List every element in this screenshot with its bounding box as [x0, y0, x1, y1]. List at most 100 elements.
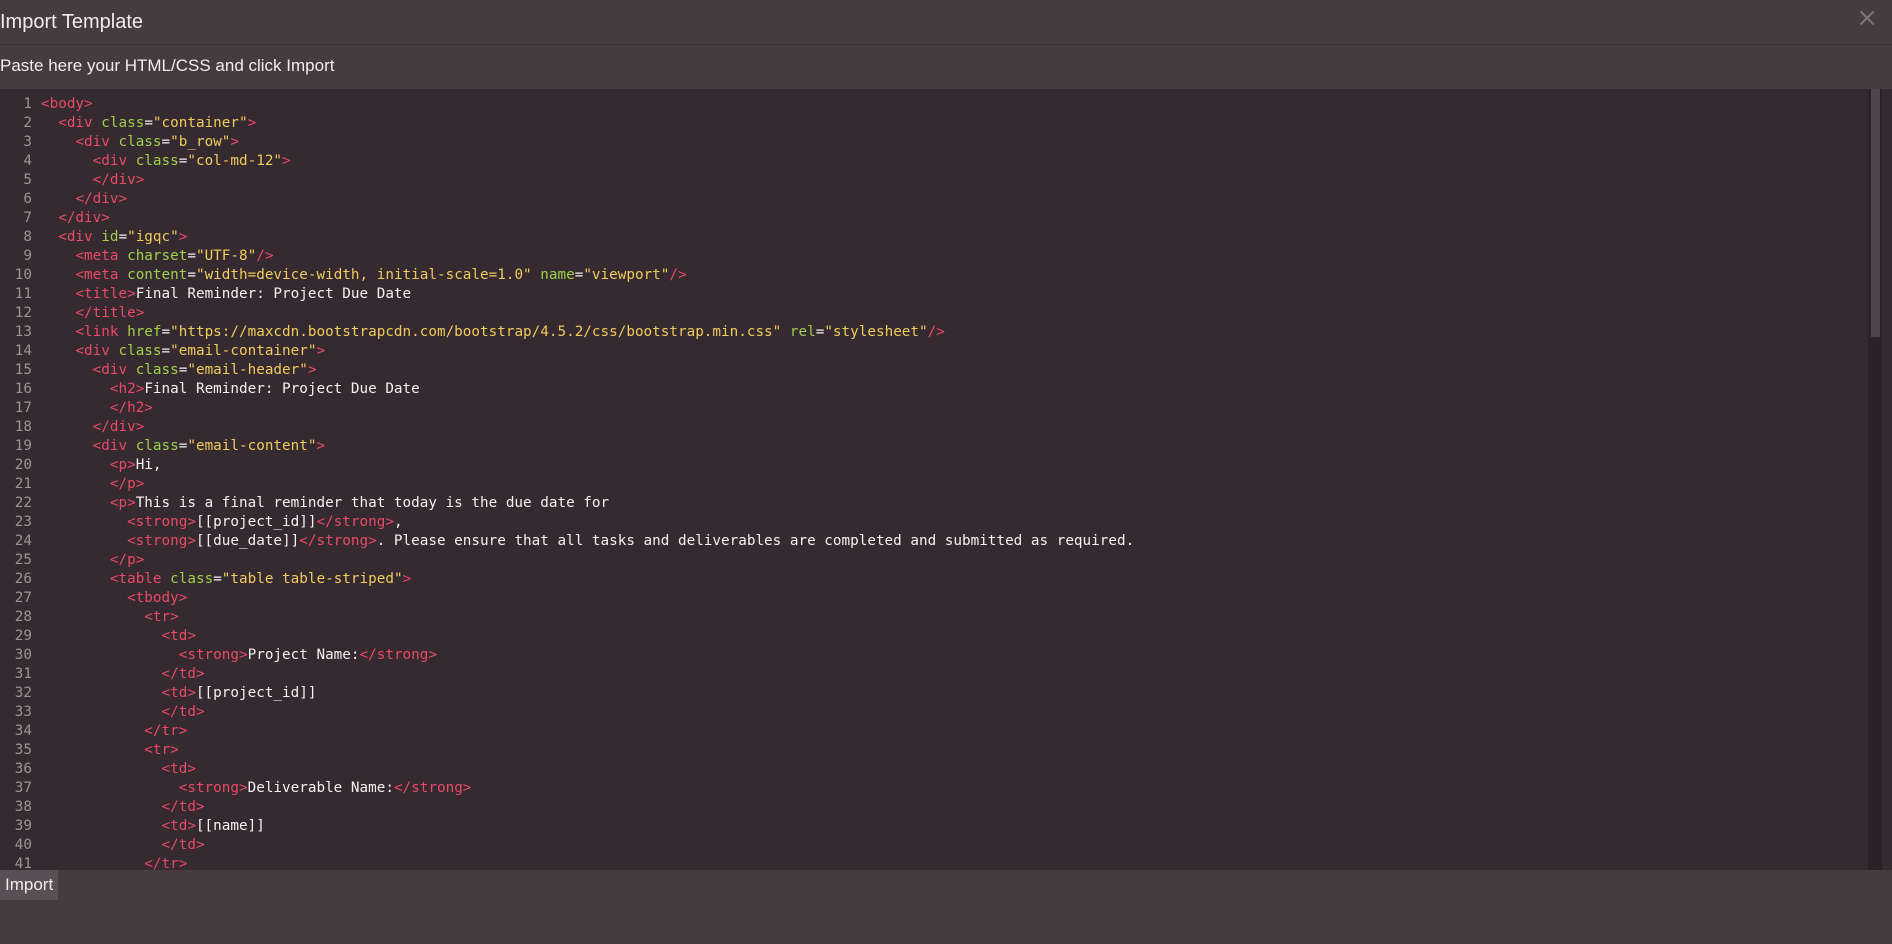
code-text[interactable]: <title>Final Reminder: Project Due Date: [41, 285, 411, 304]
code-line[interactable]: 8 <div id="igqc">: [0, 228, 1870, 247]
code-text[interactable]: <meta charset="UTF-8"/>: [41, 247, 273, 266]
code-line[interactable]: 18 </div>: [0, 418, 1870, 437]
code-line[interactable]: 13 <link href="https://maxcdn.bootstrapc…: [0, 323, 1870, 342]
code-text[interactable]: </td>: [41, 703, 205, 722]
code-line[interactable]: 20 <p>Hi,: [0, 456, 1870, 475]
code-line[interactable]: 11 <title>Final Reminder: Project Due Da…: [0, 285, 1870, 304]
code-text[interactable]: <link href="https://maxcdn.bootstrapcdn.…: [41, 323, 944, 342]
code-text[interactable]: </h2>: [41, 399, 153, 418]
code-line[interactable]: 5 </div>: [0, 171, 1870, 190]
code-line[interactable]: 36 <td>: [0, 760, 1870, 779]
code-line[interactable]: 38 </td>: [0, 798, 1870, 817]
code-text[interactable]: <strong>[[due_date]]</strong>. Please en…: [41, 532, 1134, 551]
code-line[interactable]: 15 <div class="email-header">: [0, 361, 1870, 380]
code-plain: [41, 590, 127, 606]
code-line[interactable]: 10 <meta content="width=device-width, in…: [0, 266, 1870, 285]
code-text[interactable]: </p>: [41, 475, 144, 494]
code-text[interactable]: <div class="email-header">: [41, 361, 317, 380]
code-line[interactable]: 19 <div class="email-content">: [0, 437, 1870, 456]
code-line[interactable]: 17 </h2>: [0, 399, 1870, 418]
code-line[interactable]: 33 </td>: [0, 703, 1870, 722]
code-line[interactable]: 26 <table class="table table-striped">: [0, 570, 1870, 589]
code-line[interactable]: 34 </tr>: [0, 722, 1870, 741]
code-text[interactable]: <p>Hi,: [41, 456, 162, 475]
code-line[interactable]: 3 <div class="b_row">: [0, 133, 1870, 152]
code-line[interactable]: 40 </td>: [0, 836, 1870, 855]
code-text[interactable]: <div class="col-md-12">: [41, 152, 291, 171]
code-line[interactable]: 1 <body>: [0, 95, 1870, 114]
code-line[interactable]: 24 <strong>[[due_date]]</strong>. Please…: [0, 532, 1870, 551]
code-plain: ,: [393, 514, 403, 530]
code-text[interactable]: </title>: [41, 304, 144, 323]
line-number: 2: [23, 115, 32, 131]
code-line[interactable]: 31 </td>: [0, 665, 1870, 684]
code-text[interactable]: <strong>Project Name:</strong>: [41, 646, 437, 665]
line-number: 40: [14, 837, 32, 853]
code-text[interactable]: <div class="b_row">: [41, 133, 239, 152]
close-icon[interactable]: ×: [1856, 4, 1878, 32]
code-text[interactable]: </tr>: [41, 855, 187, 870]
code-line[interactable]: 32 <td>[[project_id]]: [0, 684, 1870, 703]
code-text[interactable]: </td>: [41, 836, 205, 855]
code-text[interactable]: <div class="email-content">: [41, 437, 325, 456]
line-number: 37: [14, 780, 32, 796]
code-line[interactable]: 39 <td>[[name]]: [0, 817, 1870, 836]
code-line[interactable]: 21 </p>: [0, 475, 1870, 494]
code-line[interactable]: 2 <div class="container">: [0, 114, 1870, 133]
code-line[interactable]: 29 <td>: [0, 627, 1870, 646]
code-line[interactable]: 4 <div class="col-md-12">: [0, 152, 1870, 171]
code-text[interactable]: </div>: [41, 209, 110, 228]
code-tag: <div: [92, 438, 136, 454]
code-editor[interactable]: 1 <body> 2 <div class="container"> 3 <div c…: [0, 89, 1892, 870]
code-text[interactable]: </tr>: [41, 722, 187, 741]
editor-scrollbar-thumb[interactable]: [1871, 89, 1880, 337]
code-text[interactable]: </div>: [41, 171, 145, 190]
code-text[interactable]: <table class="table table-striped">: [41, 570, 411, 589]
code-text[interactable]: <meta content="width=device-width, initi…: [41, 266, 686, 285]
code-text[interactable]: <strong>Deliverable Name:</strong>: [41, 779, 472, 798]
code-text[interactable]: <td>: [41, 627, 196, 646]
code-text[interactable]: <strong>[[project_id]]</strong>,: [41, 513, 403, 532]
code-plain: [41, 818, 162, 834]
code-text[interactable]: <tr>: [41, 608, 178, 627]
line-number: 41: [14, 856, 32, 870]
code-text[interactable]: <body>: [41, 95, 93, 114]
code-text[interactable]: </td>: [41, 798, 205, 817]
code-line[interactable]: 14 <div class="email-container">: [0, 342, 1870, 361]
code-text[interactable]: </div>: [41, 418, 145, 437]
code-text[interactable]: </td>: [41, 665, 205, 684]
code-text[interactable]: <tr>: [41, 741, 178, 760]
code-line[interactable]: 6 </div>: [0, 190, 1870, 209]
code-line[interactable]: 22 <p>This is a final reminder that toda…: [0, 494, 1870, 513]
code-tag: </div>: [58, 210, 110, 226]
code-line[interactable]: 9 <meta charset="UTF-8"/>: [0, 247, 1870, 266]
code-text[interactable]: </div>: [41, 190, 127, 209]
code-line[interactable]: 25 </p>: [0, 551, 1870, 570]
code-line[interactable]: 16 <h2>Final Reminder: Project Due Date: [0, 380, 1870, 399]
code-line[interactable]: 23 <strong>[[project_id]]</strong>,: [0, 513, 1870, 532]
code-attribute: href: [127, 324, 162, 340]
editor-scrollbar[interactable]: [1868, 89, 1882, 870]
code-line[interactable]: 7 </div>: [0, 209, 1870, 228]
code-line[interactable]: 28 <tr>: [0, 608, 1870, 627]
code-text[interactable]: <td>[[project_id]]: [41, 684, 317, 703]
code-text[interactable]: <div class="email-container">: [41, 342, 325, 361]
code-line[interactable]: 35 <tr>: [0, 741, 1870, 760]
code-text[interactable]: <div id="igqc">: [41, 228, 187, 247]
code-text[interactable]: <td>[[name]]: [41, 817, 265, 836]
import-button[interactable]: Import: [0, 870, 59, 900]
code-text[interactable]: <td>: [41, 760, 196, 779]
code-text[interactable]: <div class="container">: [41, 114, 256, 133]
code-text[interactable]: <p>This is a final reminder that today i…: [41, 494, 609, 513]
modal-footer: Import: [0, 870, 1892, 944]
code-line[interactable]: 41 </tr>: [0, 855, 1870, 870]
code-text[interactable]: <tbody>: [41, 589, 187, 608]
code-line[interactable]: 27 <tbody>: [0, 589, 1870, 608]
code-text[interactable]: <h2>Final Reminder: Project Due Date: [41, 380, 420, 399]
code-line[interactable]: 12 </title>: [0, 304, 1870, 323]
code-text[interactable]: </p>: [41, 551, 144, 570]
code-lines[interactable]: 1 <body> 2 <div class="container"> 3 <div c…: [0, 95, 1870, 870]
code-line[interactable]: 37 <strong>Deliverable Name:</strong>: [0, 779, 1870, 798]
code-line[interactable]: 30 <strong>Project Name:</strong>: [0, 646, 1870, 665]
code-plain: [41, 115, 58, 131]
